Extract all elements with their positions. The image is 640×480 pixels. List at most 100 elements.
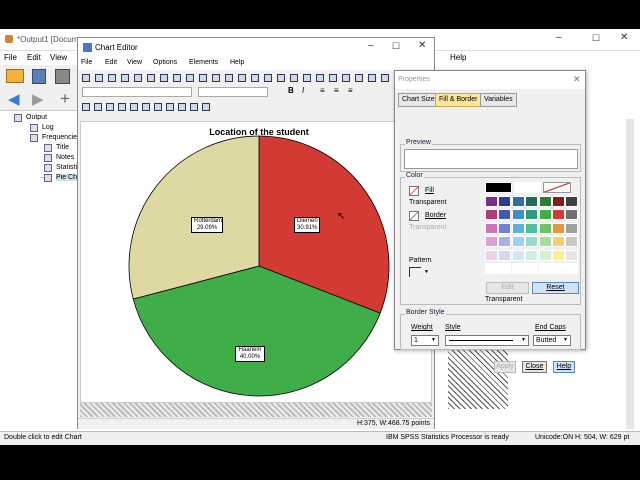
color-swatch[interactable] <box>498 222 512 234</box>
toolbar-button-icon[interactable] <box>82 103 90 111</box>
align-left-icon[interactable]: ≡ <box>320 86 325 95</box>
color-swatch[interactable] <box>498 195 512 207</box>
save-icon[interactable] <box>32 69 46 84</box>
apply-button[interactable]: Apply <box>494 361 516 373</box>
menu-view[interactable]: View <box>50 53 67 62</box>
close-button[interactable]: Close <box>522 361 547 373</box>
menu-file[interactable]: File <box>4 53 17 62</box>
color-swatch[interactable] <box>552 222 565 234</box>
toolbar-button-icon[interactable] <box>173 74 181 82</box>
color-swatch[interactable] <box>538 222 552 234</box>
style-select[interactable] <box>445 335 529 346</box>
tree-output[interactable]: Output <box>26 114 47 121</box>
tab-chart-size[interactable]: Chart Size <box>398 93 439 107</box>
border-swatch-icon[interactable] <box>409 211 419 221</box>
toolbar-button-icon[interactable] <box>202 103 210 111</box>
toolbar-button-icon[interactable] <box>238 74 246 82</box>
color-swatch[interactable] <box>514 182 541 193</box>
color-swatch[interactable] <box>485 195 498 207</box>
italic-icon[interactable]: I <box>302 86 304 95</box>
color-swatch[interactable] <box>538 209 552 220</box>
toolbar-button-icon[interactable] <box>106 103 114 111</box>
close-icon[interactable]: ✕ <box>620 32 628 43</box>
toolbar-button-icon[interactable] <box>381 74 389 82</box>
color-swatch[interactable] <box>485 263 498 274</box>
tree-title[interactable]: Title <box>56 144 69 151</box>
ce-menu-options[interactable]: Options <box>153 59 177 66</box>
toolbar-button-icon[interactable] <box>342 74 350 82</box>
color-swatch[interactable] <box>552 209 565 220</box>
ce-menu-help[interactable]: Help <box>230 59 244 66</box>
toolbar-button-icon[interactable] <box>329 74 337 82</box>
toolbar-button-icon[interactable] <box>277 74 285 82</box>
toolbar-button-icon[interactable] <box>108 74 116 82</box>
label-rotterdam[interactable]: Rotterdam 29.09% <box>191 217 223 233</box>
properties-close-icon[interactable]: ✕ <box>573 74 581 85</box>
edit-color-button[interactable]: Edit <box>486 282 529 294</box>
toolbar-button-icon[interactable] <box>147 74 155 82</box>
color-swatch[interactable] <box>485 182 512 193</box>
toolbar-button-icon[interactable] <box>154 103 162 111</box>
toolbar-button-icon[interactable] <box>264 74 272 82</box>
color-swatch[interactable] <box>565 222 579 234</box>
color-swatch[interactable] <box>565 195 579 207</box>
back-arrow-icon[interactable]: ◀ <box>8 92 20 107</box>
chart-editor-close-icon[interactable]: ✕ <box>418 40 426 51</box>
endcaps-select[interactable]: Butted <box>533 335 571 346</box>
ce-menu-edit[interactable]: Edit <box>105 59 117 66</box>
help-button[interactable]: Help <box>553 361 575 373</box>
color-swatch[interactable] <box>552 263 565 274</box>
toolbar-button-icon[interactable] <box>134 74 142 82</box>
toolbar-button-icon[interactable] <box>130 103 138 111</box>
color-swatch[interactable] <box>498 236 512 247</box>
color-swatch[interactable] <box>538 195 552 207</box>
toolbar-button-icon[interactable] <box>303 74 311 82</box>
color-swatch[interactable] <box>543 182 571 193</box>
pattern-dropdown-icon[interactable]: ▼ <box>424 269 429 275</box>
open-folder-icon[interactable] <box>6 69 24 83</box>
fill-swatch-icon[interactable] <box>409 186 419 196</box>
color-swatch[interactable] <box>485 249 498 261</box>
toolbar-button-icon[interactable] <box>186 74 194 82</box>
font-size-select[interactable] <box>198 87 268 97</box>
color-swatch[interactable] <box>511 222 525 234</box>
forward-arrow-icon[interactable]: ▶ <box>32 92 44 107</box>
color-swatch[interactable] <box>525 236 539 247</box>
color-swatch[interactable] <box>565 236 579 247</box>
color-swatch[interactable] <box>511 249 525 261</box>
toolbar-button-icon[interactable] <box>82 74 90 82</box>
align-right-icon[interactable]: ≡ <box>348 86 353 95</box>
toolbar-button-icon[interactable] <box>166 103 174 111</box>
color-swatch[interactable] <box>511 209 525 220</box>
color-swatch[interactable] <box>552 236 565 247</box>
color-swatch[interactable] <box>498 249 512 261</box>
ce-menu-view[interactable]: View <box>127 59 142 66</box>
color-swatch[interactable] <box>485 236 498 247</box>
toolbar-button-icon[interactable] <box>212 74 220 82</box>
color-swatch[interactable] <box>511 236 525 247</box>
label-diemen[interactable]: Diemen 30.91% <box>294 217 320 233</box>
color-swatch[interactable] <box>552 249 565 261</box>
toolbar-button-icon[interactable] <box>225 74 233 82</box>
ce-menu-elements[interactable]: Elements <box>189 59 218 66</box>
color-swatch[interactable] <box>538 249 552 261</box>
reset-button[interactable]: Reset <box>532 282 579 294</box>
toolbar-button-icon[interactable] <box>118 103 126 111</box>
toolbar-button-icon[interactable] <box>355 74 363 82</box>
toolbar-button-icon[interactable] <box>178 103 186 111</box>
tab-fill-border[interactable]: Fill & Border <box>435 93 482 107</box>
color-swatch[interactable] <box>565 263 579 274</box>
tree-notes[interactable]: Notes <box>56 154 74 161</box>
toolbar-button-icon[interactable] <box>142 103 150 111</box>
tab-variables[interactable]: Variables <box>480 93 517 107</box>
minimize-icon[interactable]: – <box>556 32 562 43</box>
maximize-icon[interactable]: ☐ <box>592 33 600 44</box>
color-swatch[interactable] <box>565 209 579 220</box>
color-swatch[interactable] <box>498 263 512 274</box>
toolbar-button-icon[interactable] <box>199 74 207 82</box>
print-icon[interactable] <box>55 69 70 84</box>
color-swatch[interactable] <box>538 236 552 247</box>
color-swatch[interactable] <box>485 209 498 220</box>
tree-frequencies[interactable]: Frequencie <box>42 134 77 141</box>
color-swatch[interactable] <box>511 263 525 274</box>
